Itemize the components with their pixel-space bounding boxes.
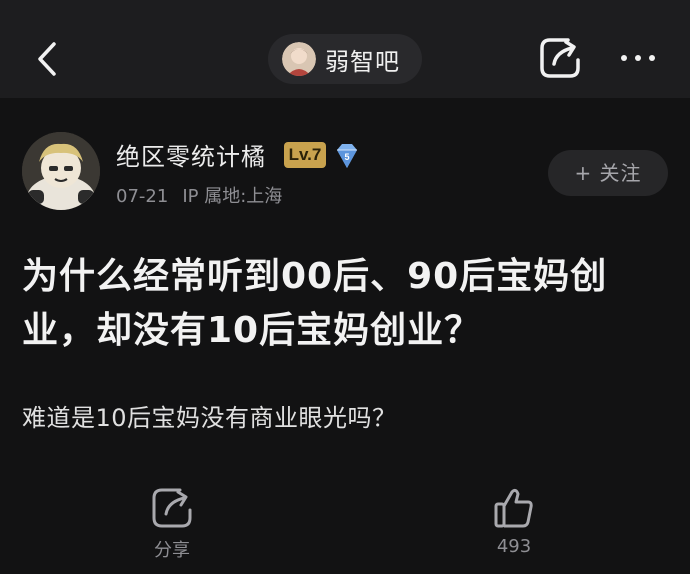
post-meta: 07-21 IP 属地:上海 — [116, 182, 282, 208]
author-name[interactable]: 绝区零统计橘 — [116, 137, 266, 172]
more-icon — [621, 55, 655, 61]
thumbs-up-icon — [494, 488, 533, 528]
diamond-badge: 5 — [331, 140, 363, 172]
author-avatar[interactable] — [22, 132, 100, 210]
chevron-left-icon — [38, 42, 56, 76]
level-badge: Lv.7 — [284, 142, 326, 168]
post-body: 难道是10后宝妈没有商业眼光吗？ — [22, 404, 397, 432]
forum-avatar — [282, 42, 316, 76]
diamond-icon: 5 — [337, 144, 357, 168]
top-bar: 弱智吧 — [0, 0, 690, 98]
share-icon — [540, 38, 580, 78]
like-count: 493 — [496, 536, 532, 557]
share-icon — [152, 488, 192, 528]
share-action[interactable]: 分享 — [127, 486, 217, 562]
back-button[interactable] — [30, 36, 70, 82]
share-button[interactable] — [538, 36, 582, 80]
diamond-number: 5 — [344, 152, 349, 162]
share-label: 分享 — [154, 540, 190, 561]
forum-link[interactable]: 弱智吧 — [268, 34, 422, 84]
follow-button[interactable]: + 关注 — [548, 150, 668, 196]
like-action[interactable]: 493 — [469, 486, 559, 557]
more-button[interactable] — [616, 44, 660, 72]
forum-name: 弱智吧 — [325, 47, 400, 76]
ip-location: IP 属地:上海 — [182, 186, 283, 207]
post-title: 为什么经常听到00后、90后宝妈创业，却没有10后宝妈创业？ — [22, 256, 608, 351]
post-date: 07-21 — [116, 186, 169, 207]
